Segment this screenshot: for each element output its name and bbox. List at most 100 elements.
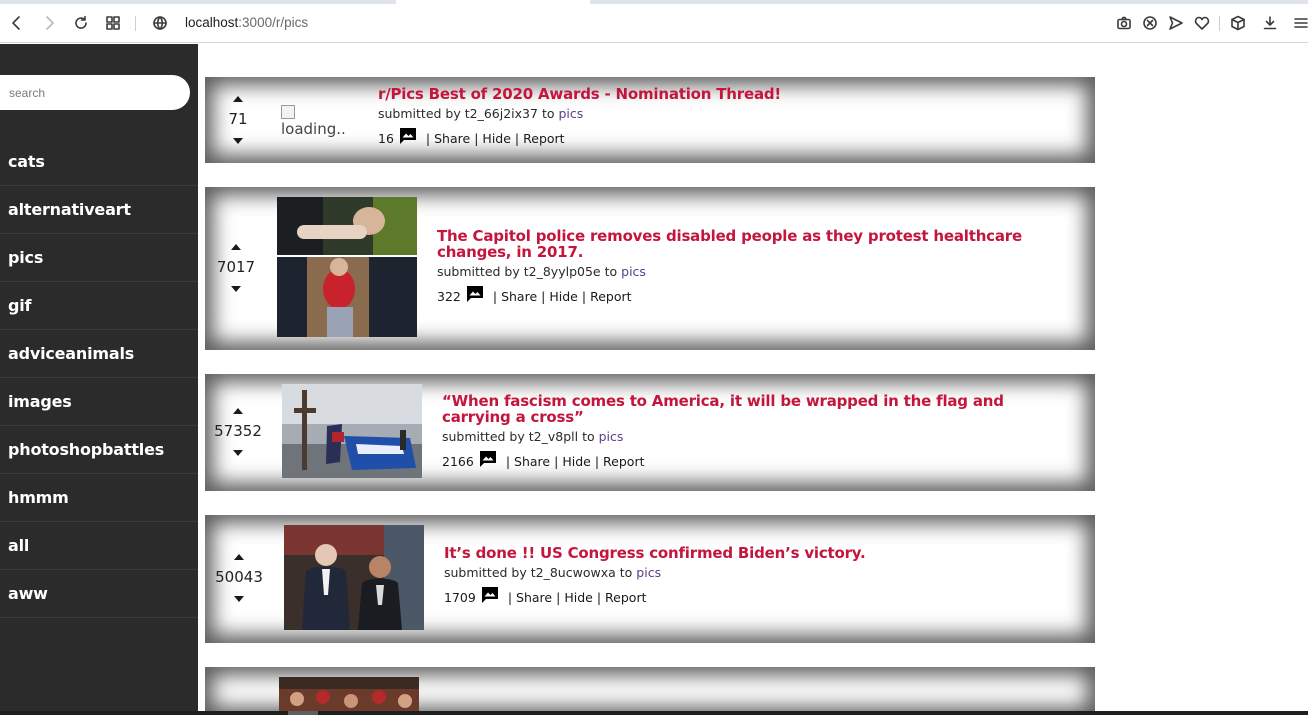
vote-box: 57352 xyxy=(208,408,268,456)
search-box xyxy=(0,75,190,110)
thumbnail-photo xyxy=(282,384,422,478)
cube-icon[interactable] xyxy=(1226,11,1250,35)
post-actions: 1709 | Share | Hide | Report xyxy=(444,585,1064,605)
post-actions: 2166 | Share | Hide | Report xyxy=(442,449,1062,469)
share-link[interactable]: Share xyxy=(434,131,470,146)
downvote-icon[interactable] xyxy=(233,450,243,456)
comment-count[interactable]: 1709 xyxy=(444,590,476,605)
broken-image-icon xyxy=(281,105,295,119)
sidebar-item-photoshopbattles[interactable]: photoshopbattles xyxy=(0,426,198,474)
report-link[interactable]: Report xyxy=(590,289,631,304)
downvote-icon[interactable] xyxy=(231,286,241,292)
download-icon[interactable] xyxy=(1258,11,1282,35)
post-title[interactable]: “When fascism comes to America, it will … xyxy=(442,393,1062,425)
post-card: 50043 It’s done !! US Congress confirmed… xyxy=(205,515,1095,643)
post-actions: 16 | Share | Hide | Report xyxy=(378,126,1058,146)
camera-icon[interactable] xyxy=(1112,11,1136,35)
post-thumbnail[interactable] xyxy=(277,197,417,337)
menu-icon[interactable] xyxy=(1289,11,1308,35)
search-input[interactable] xyxy=(0,75,190,110)
sidebar-item-hmmm[interactable]: hmmm xyxy=(0,474,198,522)
post-thumbnail[interactable] xyxy=(279,677,419,715)
upvote-icon[interactable] xyxy=(231,244,241,250)
sidebar-item-all[interactable]: all xyxy=(0,522,198,570)
hide-link[interactable]: Hide xyxy=(562,454,591,469)
sidebar-item-pics[interactable]: pics xyxy=(0,234,198,282)
toolbar-separator xyxy=(135,16,136,31)
post-card: 71 loading.. r/Pics Best of 2020 Awards … xyxy=(205,77,1095,163)
sidebar-item-aww[interactable]: aww xyxy=(0,570,198,618)
vote-box: 7017 xyxy=(206,244,266,292)
post-thumbnail[interactable]: loading.. xyxy=(281,104,361,144)
comment-icon[interactable] xyxy=(465,284,485,304)
sidebar-item-cats[interactable]: cats xyxy=(0,138,198,186)
address-bar[interactable]: localhost:3000/r/pics xyxy=(185,15,308,30)
post-thumbnail[interactable] xyxy=(284,525,424,630)
back-icon[interactable] xyxy=(5,11,29,35)
upvote-icon[interactable] xyxy=(233,96,243,102)
subreddit-link[interactable]: pics xyxy=(559,106,584,121)
post-title[interactable]: r/Pics Best of 2020 Awards - Nomination … xyxy=(378,86,1058,102)
share-link[interactable]: Share xyxy=(501,289,537,304)
post-title[interactable]: The Capitol police removes disabled peop… xyxy=(437,228,1057,260)
browser-toolbar: localhost:3000/r/pics xyxy=(0,4,1308,43)
report-link[interactable]: Report xyxy=(523,131,564,146)
report-link[interactable]: Report xyxy=(603,454,644,469)
report-link[interactable]: Report xyxy=(605,590,646,605)
sidebar-item-gif[interactable]: gif xyxy=(0,282,198,330)
post-thumbnail[interactable] xyxy=(282,384,422,478)
comment-icon[interactable] xyxy=(398,126,418,146)
post-author[interactable]: t2_66j2ix37 xyxy=(465,106,538,121)
sidebar-item-alternativeart[interactable]: alternativeart xyxy=(0,186,198,234)
post-byline: submitted by t2_8yylp05e to pics xyxy=(437,264,646,279)
globe-icon[interactable] xyxy=(148,11,172,35)
hide-link[interactable]: Hide xyxy=(549,289,578,304)
sidebar-item-adviceanimals[interactable]: adviceanimals xyxy=(0,330,198,378)
post-score: 50043 xyxy=(215,568,263,586)
downvote-icon[interactable] xyxy=(233,138,243,144)
tabs-grid-icon[interactable] xyxy=(101,11,125,35)
sidebar-item-images[interactable]: images xyxy=(0,378,198,426)
comment-icon[interactable] xyxy=(480,585,500,605)
forward-icon[interactable] xyxy=(37,11,61,35)
post-author[interactable]: t2_8yylp05e xyxy=(524,264,601,279)
heart-icon[interactable] xyxy=(1190,11,1214,35)
comment-count[interactable]: 16 xyxy=(378,131,394,146)
post-title[interactable]: It’s done !! US Congress confirmed Biden… xyxy=(444,545,1064,561)
subreddit-link[interactable]: pics xyxy=(636,565,661,580)
comment-icon[interactable] xyxy=(478,449,498,469)
post-author[interactable]: t2_8ucwowxa xyxy=(531,565,616,580)
post-byline: submitted by t2_8ucwowxa to pics xyxy=(444,565,662,580)
post-body: r/Pics Best of 2020 Awards - Nomination … xyxy=(378,86,1058,146)
subreddit-link[interactable]: pics xyxy=(621,264,646,279)
comment-count[interactable]: 2166 xyxy=(442,454,474,469)
share-link[interactable]: Share xyxy=(516,590,552,605)
toolbar-separator xyxy=(1219,16,1220,31)
send-icon[interactable] xyxy=(1164,11,1188,35)
post-score: 7017 xyxy=(216,258,256,276)
share-link[interactable]: Share xyxy=(514,454,550,469)
comment-count[interactable]: 322 xyxy=(437,289,461,304)
downvote-icon[interactable] xyxy=(234,596,244,602)
sidebar: cats alternativeart pics gif adviceanima… xyxy=(0,44,198,715)
hide-link[interactable]: Hide xyxy=(564,590,593,605)
scroll-indicator[interactable] xyxy=(288,711,318,715)
post-byline: submitted by t2_v8pll to pics xyxy=(442,429,624,444)
upvote-icon[interactable] xyxy=(233,408,243,414)
post-score: 57352 xyxy=(214,422,262,440)
post-score: 71 xyxy=(228,110,248,128)
post-card: 7017 The Capitol police removes disabled… xyxy=(205,187,1095,350)
hide-link[interactable]: Hide xyxy=(482,131,511,146)
thumbnail-photo xyxy=(277,197,417,337)
block-icon[interactable] xyxy=(1138,11,1162,35)
post-byline: submitted by t2_66j2ix37 to pics xyxy=(378,106,584,121)
reload-icon[interactable] xyxy=(69,11,93,35)
vote-box: 71 xyxy=(208,96,268,144)
upvote-icon[interactable] xyxy=(234,554,244,560)
post-actions: 322 | Share | Hide | Report xyxy=(437,284,1057,304)
post-author[interactable]: t2_v8pll xyxy=(529,429,578,444)
taskbar-strip xyxy=(0,711,1308,715)
thumbnail-photo xyxy=(284,525,424,630)
subreddit-link[interactable]: pics xyxy=(599,429,624,444)
post-body: It’s done !! US Congress confirmed Biden… xyxy=(444,545,1064,605)
